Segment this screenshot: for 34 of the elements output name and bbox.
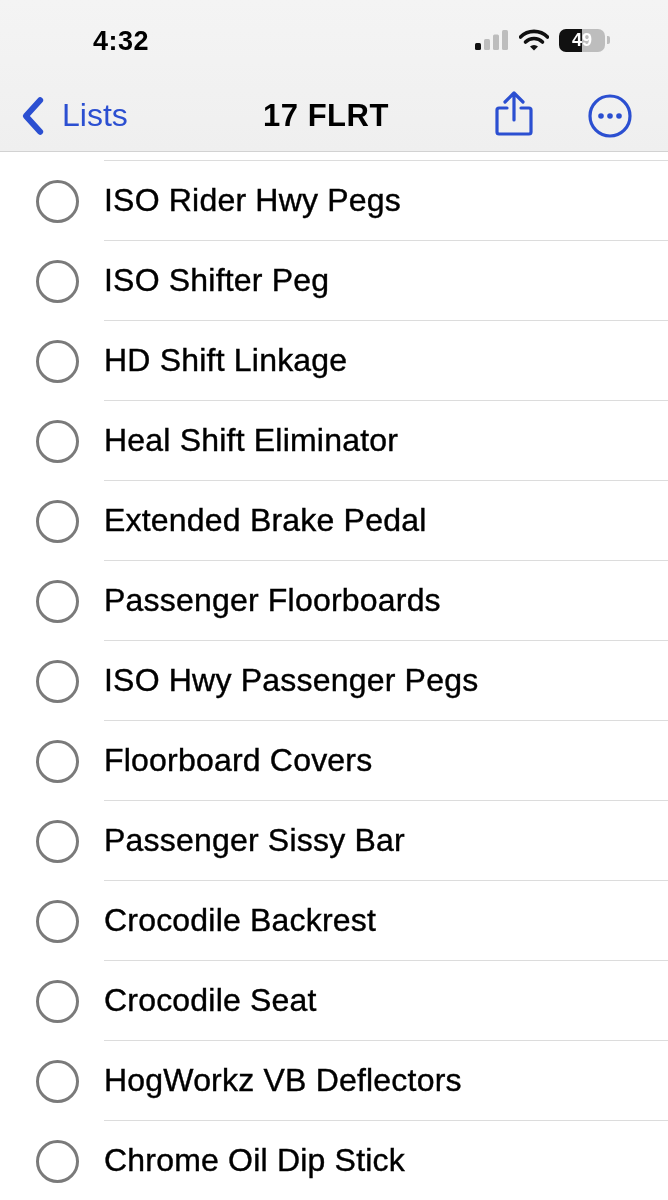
item-title: Passenger Sissy Bar <box>104 822 405 859</box>
item-title: ISO Rider Hwy Pegs <box>104 182 402 219</box>
item-title: HogWorkz VB Deflectors <box>104 1062 462 1099</box>
item-title: Crocodile Seat <box>104 982 317 1019</box>
checkbox-circle[interactable] <box>36 499 79 543</box>
item-title: Extended Brake Pedal <box>104 502 427 539</box>
checkbox-circle[interactable] <box>36 1139 79 1183</box>
checkbox-circle[interactable] <box>36 579 79 623</box>
checkbox-circle[interactable] <box>36 419 79 463</box>
item-title: ISO Shifter Peg <box>104 262 330 299</box>
item-title: ISO Hwy Passenger Pegs <box>104 662 479 699</box>
item-title: HD Shift Linkage <box>104 342 348 379</box>
checkbox-circle[interactable] <box>36 739 79 783</box>
list-title: 17 FLRT <box>263 97 389 134</box>
checkbox-circle[interactable] <box>36 659 79 703</box>
share-icon[interactable] <box>494 90 534 137</box>
item-title: Chrome Oil Dip Stick <box>104 1142 405 1179</box>
wifi-icon <box>519 29 549 51</box>
checkbox-circle[interactable] <box>36 339 79 383</box>
checkbox-circle[interactable] <box>36 899 79 943</box>
item-title: Passenger Floorboards <box>104 582 441 619</box>
checkbox-circle[interactable] <box>36 1059 79 1103</box>
signal-icon <box>475 30 509 50</box>
checkbox-circle[interactable] <box>36 819 79 863</box>
status-time: 4:32 <box>93 25 150 57</box>
checkbox-circle[interactable] <box>36 259 79 303</box>
back-button[interactable]: Lists <box>20 95 128 136</box>
item-title: Crocodile Backrest <box>104 902 377 939</box>
chevron-left-icon <box>20 95 46 136</box>
item-title: Floorboard Covers <box>104 742 373 779</box>
checkbox-circle[interactable] <box>36 179 79 223</box>
checkbox-circle[interactable] <box>36 979 79 1023</box>
item-title: Heal Shift Eliminator <box>104 422 399 459</box>
more-icon[interactable] <box>588 93 632 138</box>
